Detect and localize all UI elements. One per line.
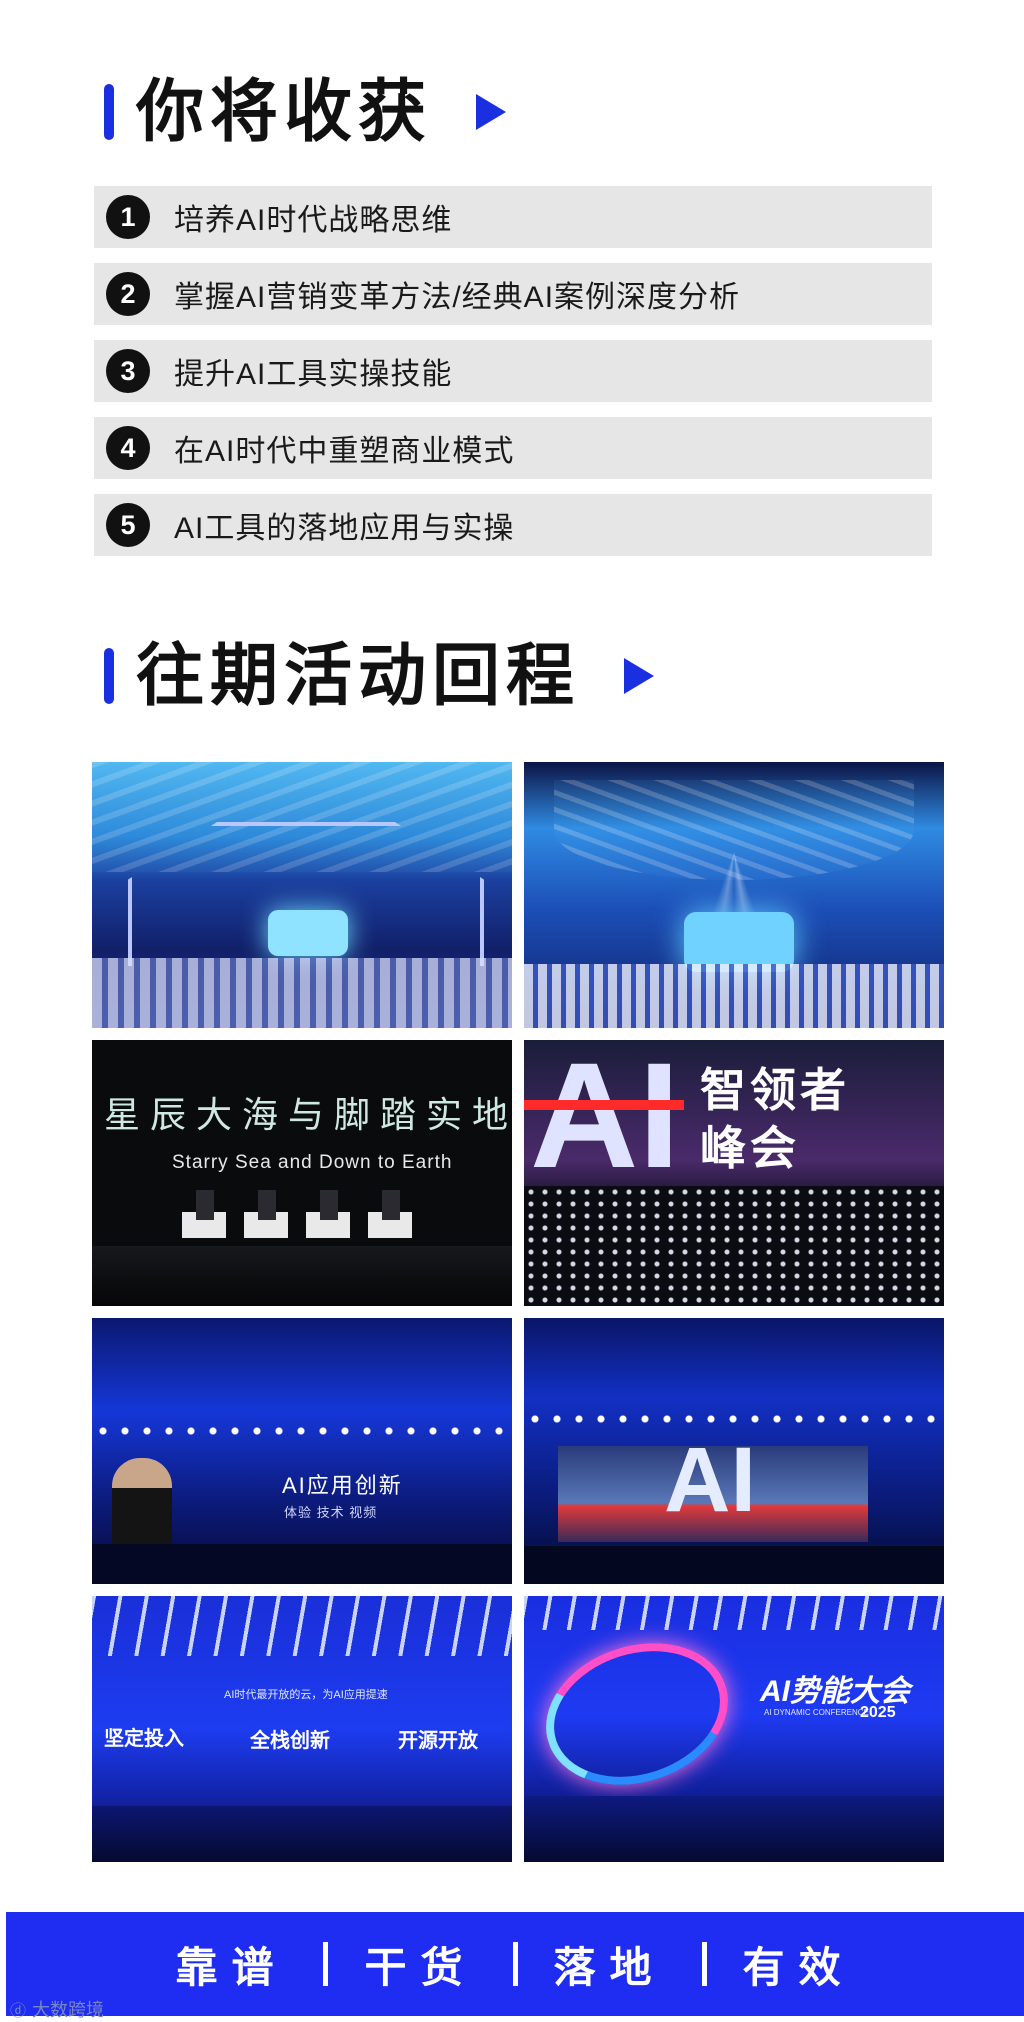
screen-tagline: AI时代最开放的云，为AI应用提速 (224, 1689, 388, 1701)
gains-heading: 你将收获 (104, 74, 507, 150)
slogan-word: 有效 (742, 1943, 855, 1991)
number-badge: 5 (106, 503, 150, 547)
stage-floor (524, 1546, 944, 1584)
audience-seating (92, 958, 512, 1028)
event-photo-ai-summit: AI 智领者 峰会 (524, 1040, 944, 1306)
event-photo-keynote: AI时代最开放的云，为AI应用提速 坚定投入 全栈创新 开源开放 (92, 1596, 512, 1862)
number-badge: 2 (106, 272, 150, 316)
list-item: 2 掌握AI营销变革方法/经典AI案例深度分析 (94, 263, 932, 325)
list-item: 3 提升AI工具实操技能 (94, 340, 932, 402)
event-photo-ocean-hall (92, 762, 512, 1028)
stage-lights-row (92, 1426, 512, 1436)
ceiling-light-strips (524, 1596, 944, 1630)
number-badge: 1 (106, 195, 150, 239)
conference-year: 2025 (860, 1704, 896, 1721)
number-badge: 4 (106, 426, 150, 470)
slogan-word: 落地 (553, 1943, 666, 1991)
play-arrow-icon (624, 658, 655, 694)
stage-floor (92, 1544, 512, 1584)
gain-text: AI工具的落地应用与实操 (174, 512, 515, 545)
audience-crowd (524, 1186, 944, 1306)
screen-title: AI应用创新 (282, 1473, 403, 1498)
stage-lights-row (524, 1414, 944, 1424)
watermark-logo-icon: ⓓ (10, 2003, 27, 2020)
audience-crowd (524, 1796, 944, 1862)
red-light-stripe (524, 1100, 684, 1110)
heading-accent-bar (104, 648, 114, 704)
event-photo-gallery: 星辰大海与脚踏实地 Starry Sea and Down to Earth A… (92, 762, 944, 1862)
stage-screen (268, 910, 348, 956)
panel-speakers (196, 1190, 416, 1220)
screen-keyword-2: 全栈创新 (250, 1730, 330, 1752)
play-arrow-icon (476, 94, 507, 130)
stage-screen-title: 星辰大海与脚踏实地 (104, 1094, 512, 1135)
ceiling-light-strips (92, 1596, 512, 1656)
watermark-text: 大数跨境 (32, 2000, 105, 2020)
number-badge: 3 (106, 349, 150, 393)
watermark: ⓓ 大数跨境 (10, 1996, 104, 2022)
event-photo-light-beams (524, 762, 944, 1028)
conference-subtitle: AI DYNAMIC CONFERENCE (764, 1708, 869, 1717)
list-item: 1 培养AI时代战略思维 (94, 186, 932, 248)
event-photo-ai-dynamic-conference: AI势能大会 AI DYNAMIC CONFERENCE 2025 (524, 1596, 944, 1862)
audience-seating (524, 964, 944, 1028)
slogan-divider (701, 1942, 707, 1986)
slogan-divider (512, 1942, 518, 1986)
gains-title: 你将收获 (136, 74, 433, 150)
summit-title-line1: 智领者 (700, 1064, 850, 1116)
heading-accent-bar (104, 84, 114, 140)
slogan-banner: 靠谱 干货 落地 有效 (6, 1912, 1024, 2016)
slogan-word: 干货 (364, 1943, 477, 1991)
summit-title-line2: 峰会 (700, 1122, 800, 1174)
stage-floor (92, 1806, 512, 1862)
screen-subtitle: 体验 技术 视频 (284, 1505, 378, 1520)
swirl-graphic (527, 1620, 747, 1808)
review-title: 往期活动回程 (136, 638, 581, 714)
event-photo-ai-application: AI应用创新 体验 技术 视频 (92, 1318, 512, 1584)
screen-keyword-1: 坚定投入 (104, 1728, 184, 1750)
stage-screen-subtitle: Starry Sea and Down to Earth (172, 1152, 453, 1173)
list-item: 4 在AI时代中重塑商业模式 (94, 417, 932, 479)
stage-ai-letters: AI (530, 1040, 680, 1199)
gain-text: 掌握AI营销变革方法/经典AI案例深度分析 (174, 281, 741, 314)
gain-text: 在AI时代中重塑商业模式 (174, 435, 515, 468)
gains-list: 1 培养AI时代战略思维 2 掌握AI营销变革方法/经典AI案例深度分析 3 提… (94, 186, 932, 571)
gain-text: 提升AI工具实操技能 (174, 358, 453, 391)
review-heading: 往期活动回程 (104, 638, 655, 714)
event-photo-panel-discussion: 星辰大海与脚踏实地 Starry Sea and Down to Earth (92, 1040, 512, 1306)
stage-screen (684, 912, 794, 972)
list-item: 5 AI工具的落地应用与实操 (94, 494, 932, 556)
event-photo-ai-stage: AI (524, 1318, 944, 1584)
screen-keyword-3: 开源开放 (398, 1730, 478, 1752)
slogan-divider (323, 1942, 329, 1986)
gain-text: 培养AI时代战略思维 (174, 204, 453, 237)
slogan-word: 靠谱 (175, 1943, 288, 1991)
stage-floor (92, 1246, 512, 1306)
stage-ai-letters: AI (664, 1429, 756, 1531)
